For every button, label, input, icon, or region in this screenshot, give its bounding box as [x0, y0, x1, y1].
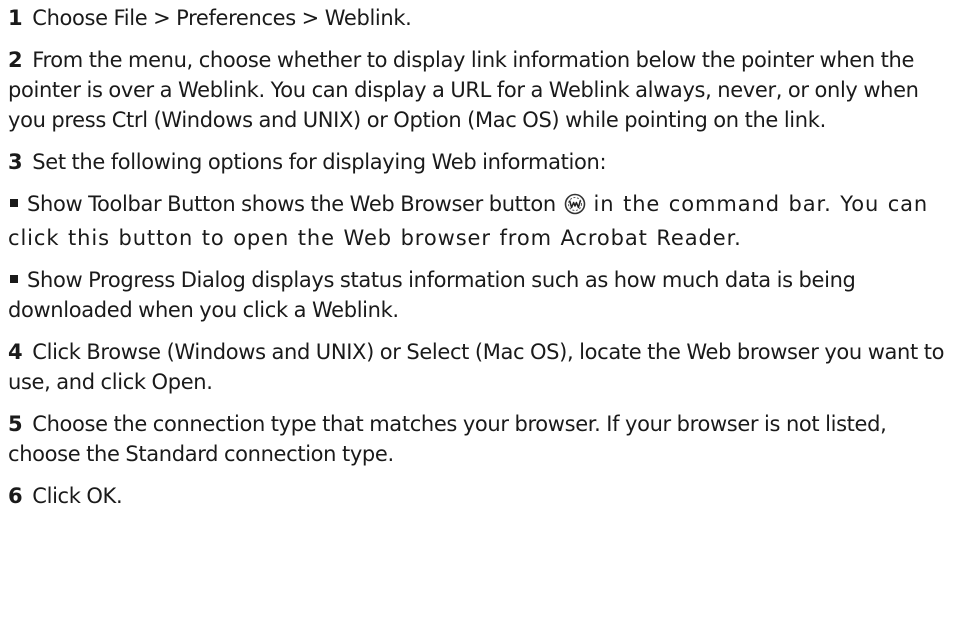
step-number: 3 [8, 150, 23, 174]
step-2: 2 From the menu, choose whether to displa… [8, 45, 957, 135]
bullet-show-toolbar-button: Show Toolbar Button shows the Web Browse… [8, 189, 957, 253]
step-text: Click Browse (Windows and UNIX) or Selec… [8, 340, 945, 394]
step-number: 4 [8, 340, 23, 364]
step-5: 5 Choose the connection type that matches… [8, 409, 957, 469]
step-text: From the menu, choose whether to display… [8, 48, 919, 132]
step-4: 4 Click Browse (Windows and UNIX) or Sele… [8, 337, 957, 397]
bullet-text: Show Progress Dialog displays status inf… [8, 268, 856, 322]
step-text: Set the following options for displaying… [32, 150, 607, 174]
step-number: 5 [8, 412, 23, 436]
step-1: 1 Choose File > Preferences > Weblink. [8, 3, 957, 33]
bullet-marker [10, 199, 18, 207]
step-3: 3 Set the following options for displayin… [8, 147, 957, 177]
web-browser-icon [564, 193, 586, 223]
document-page: 1 Choose File > Preferences > Weblink. 2F… [0, 0, 965, 626]
bullet-marker [10, 275, 18, 283]
step-text: Click OK. [32, 484, 123, 508]
step-text: Choose File > Preferences > Weblink. [32, 6, 412, 30]
step-text: Choose the connection type that matches … [8, 412, 887, 466]
step-number: 1 [8, 6, 23, 30]
step-number: 2 [8, 48, 23, 72]
step-6: 6 Click OK. [8, 481, 957, 511]
step-number: 6 [8, 484, 23, 508]
bullet-text-before-icon: Show Toolbar Button shows the Web Browse… [27, 192, 556, 216]
bullet-show-progress-dialog: Show Progress Dialog displays status inf… [8, 265, 957, 325]
